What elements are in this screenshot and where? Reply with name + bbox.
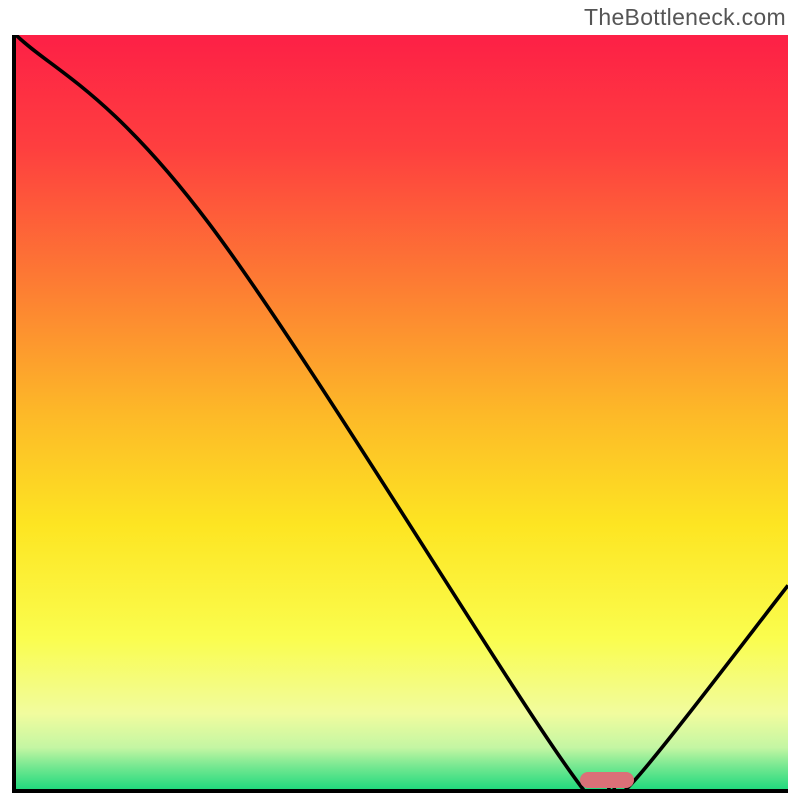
optimal-marker: [580, 772, 634, 788]
plot-frame: [12, 35, 788, 793]
watermark-text: TheBottleneck.com: [584, 4, 786, 31]
bottleneck-curve: [16, 35, 788, 789]
chart-container: TheBottleneck.com: [0, 0, 800, 800]
plot-area: [16, 35, 788, 789]
